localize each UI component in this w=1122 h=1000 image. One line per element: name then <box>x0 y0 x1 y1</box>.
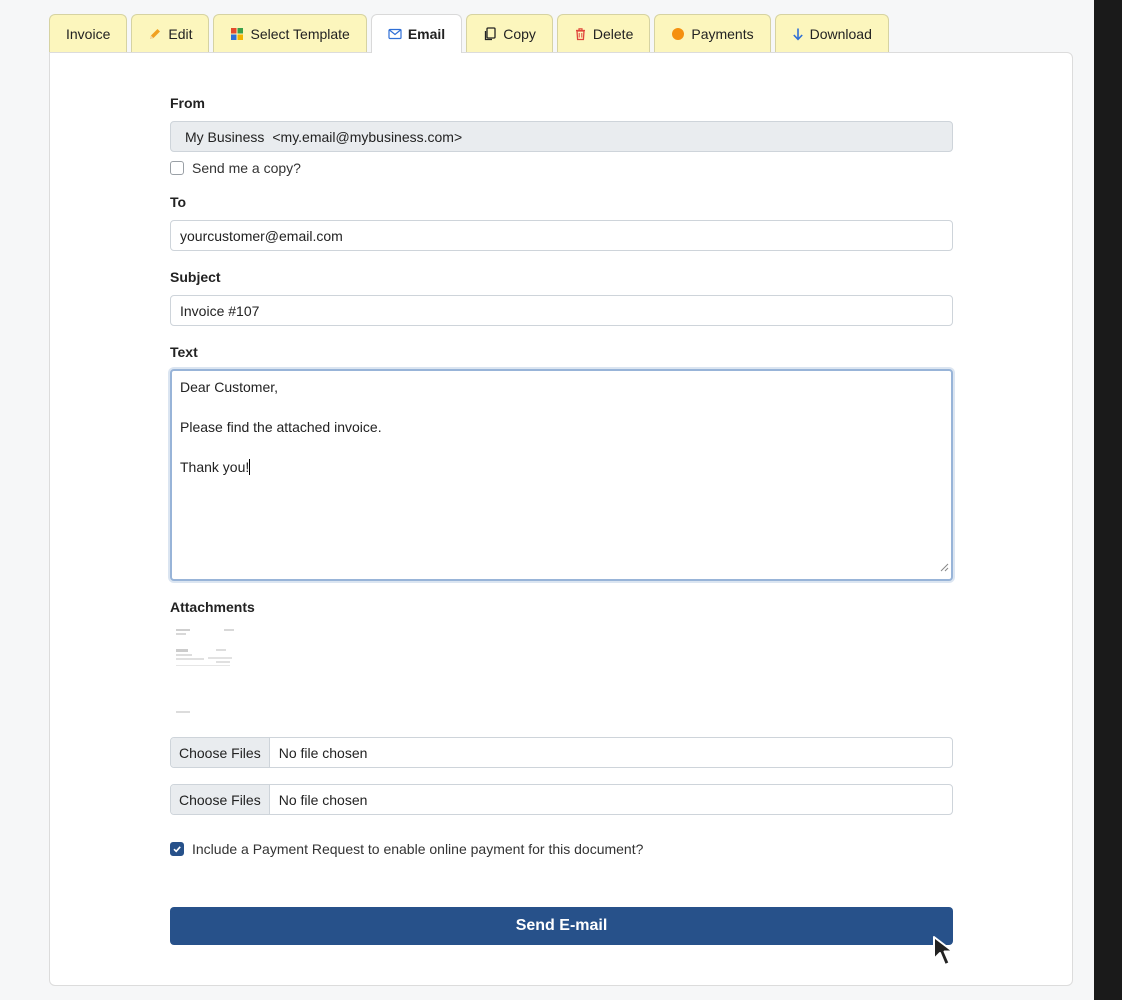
page: Invoice Edit Select Template Email Copy … <box>0 0 1094 1000</box>
checkmark-icon <box>173 846 181 853</box>
to-field[interactable]: yourcustomer@email.com <box>170 220 953 251</box>
choose-files-button[interactable]: Choose Files <box>171 785 270 814</box>
envelope-icon <box>388 28 402 40</box>
subject-field[interactable]: Invoice #107 <box>170 295 953 326</box>
arrow-down-icon <box>792 27 804 41</box>
subject-label: Subject <box>170 269 221 285</box>
tab-bar: Invoice Edit Select Template Email Copy … <box>49 14 889 53</box>
text-label: Text <box>170 344 198 360</box>
tab-label: Copy <box>503 25 536 42</box>
from-name: My Business <box>185 128 265 145</box>
text-caret <box>249 459 251 475</box>
tab-email[interactable]: Email <box>370 14 463 53</box>
tab-label: Payments <box>691 25 754 42</box>
trash-icon <box>574 27 587 41</box>
from-field: My Business <my.email@mybusiness.com> <box>170 121 953 152</box>
tab-label: Edit <box>168 25 193 42</box>
choose-files-button[interactable]: Choose Files <box>171 738 270 767</box>
mouse-pointer-icon <box>931 934 963 973</box>
send-copy-label: Send me a copy? <box>192 160 301 176</box>
message-line: Dear Customer, <box>180 379 279 395</box>
tab-invoice[interactable]: Invoice <box>49 14 128 52</box>
message-line <box>180 397 943 417</box>
tab-edit[interactable]: Edit <box>131 14 210 52</box>
message-line: Please find the attached invoice. <box>180 419 382 435</box>
payment-request-row: Include a Payment Request to enable onli… <box>170 841 643 857</box>
payment-request-label: Include a Payment Request to enable onli… <box>192 841 644 857</box>
message-line-last: Thank you! <box>180 457 943 477</box>
message-textarea[interactable]: Dear Customer, Please find the attached … <box>170 369 953 581</box>
to-value: yourcustomer@email.com <box>180 227 343 244</box>
attachments-label: Attachments <box>170 599 255 615</box>
resize-grip-icon[interactable] <box>939 557 949 577</box>
grid-icon <box>230 27 244 41</box>
tab-select-template[interactable]: Select Template <box>213 14 367 52</box>
tab-label: Select Template <box>250 25 350 42</box>
attachment-thumbnail[interactable] <box>172 627 242 723</box>
message-line-text: Thank you! <box>180 459 250 475</box>
tab-label: Invoice <box>66 25 111 42</box>
from-label: From <box>170 95 205 111</box>
subject-value: Invoice #107 <box>180 302 260 319</box>
tab-delete[interactable]: Delete <box>556 14 651 52</box>
send-copy-row: Send me a copy? <box>170 160 301 176</box>
file-status: No file chosen <box>278 791 368 808</box>
tab-label: Delete <box>592 25 634 42</box>
circle-icon <box>671 27 685 41</box>
send-copy-checkbox[interactable] <box>170 161 184 175</box>
file-input-2[interactable]: Choose Files No file chosen <box>170 784 953 815</box>
tab-label: Download <box>809 25 872 42</box>
payment-request-checkbox[interactable] <box>170 842 184 856</box>
tab-payments[interactable]: Payments <box>654 14 771 52</box>
tab-download[interactable]: Download <box>774 14 889 52</box>
copy-icon <box>483 26 497 41</box>
email-panel: From My Business <my.email@mybusiness.co… <box>49 52 1073 986</box>
file-status: No file chosen <box>278 744 368 761</box>
pencil-icon <box>148 27 162 41</box>
tab-label: Email <box>407 26 446 42</box>
send-email-button[interactable]: Send E-mail <box>170 907 953 945</box>
message-line <box>180 437 943 457</box>
from-email: <my.email@mybusiness.com> <box>272 128 463 145</box>
tab-copy[interactable]: Copy <box>466 14 553 52</box>
file-input-1[interactable]: Choose Files No file chosen <box>170 737 953 768</box>
to-label: To <box>170 194 187 210</box>
